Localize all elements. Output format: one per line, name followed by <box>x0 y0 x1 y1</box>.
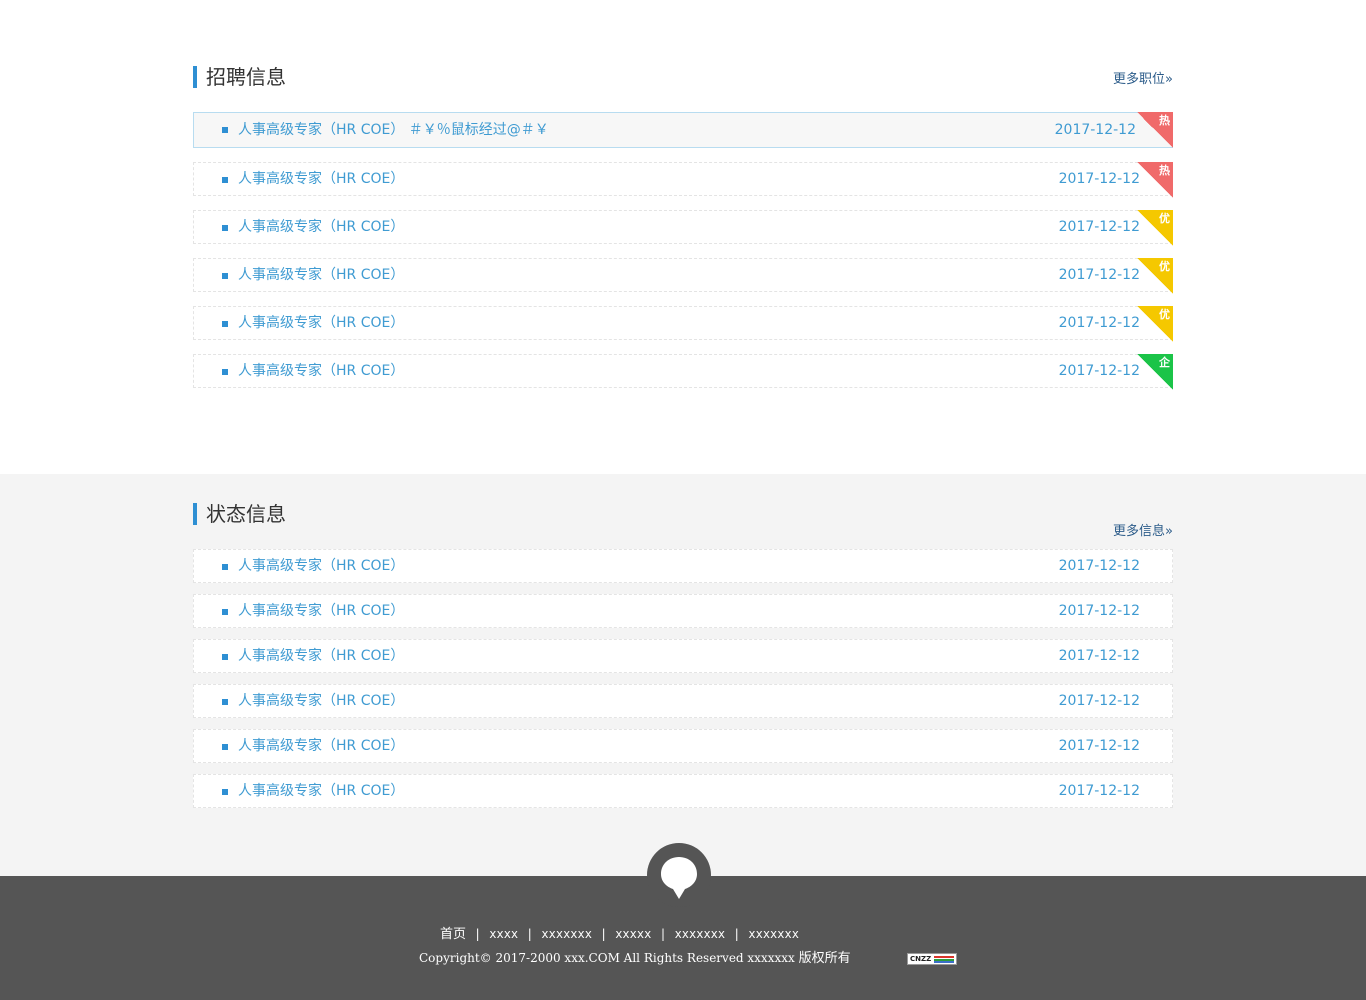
bullet-icon <box>222 127 228 133</box>
job-tag-badge: 优 <box>1137 306 1173 342</box>
status-row[interactable]: 人事高级专家（HR COE） 2017-12-12 <box>193 549 1173 583</box>
job-row[interactable]: 人事高级专家（HR COE） ＃￥％鼠标经过@＃￥ 2017-12-12 热 <box>193 112 1173 148</box>
job-row[interactable]: 人事高级专家（HR COE） 2017-12-12 优 <box>193 210 1173 246</box>
status-row[interactable]: 人事高级专家（HR COE） 2017-12-12 <box>193 729 1173 763</box>
status-section: 状态信息 更多信息» 人事高级专家（HR COE） 2017-12-12 人事高级专… <box>0 474 1366 876</box>
map-pin-icon <box>661 857 697 899</box>
job-date: 2017-12-12 <box>1054 122 1136 138</box>
bullet-icon <box>222 699 228 705</box>
footer-nav: 首页 | xxxx | xxxxxxx | xxxxx | xxxxxxx | xxxxxxx <box>440 924 799 945</box>
job-title-link[interactable]: 人事高级专家（HR COE） <box>238 307 404 339</box>
status-title-link[interactable]: 人事高级专家（HR COE） <box>238 550 404 582</box>
job-tag-badge: 热 <box>1137 162 1173 198</box>
bullet-icon <box>222 564 228 570</box>
job-tag-badge: 优 <box>1137 210 1173 246</box>
bullet-icon <box>222 177 228 183</box>
job-tag-label: 热 <box>1159 114 1170 127</box>
job-date: 2017-12-12 <box>1058 219 1140 235</box>
job-tag-label: 企 <box>1159 356 1170 369</box>
nav-separator: | <box>599 927 608 941</box>
footer-nav-link[interactable]: 首页 <box>440 927 466 942</box>
footer-nav-link[interactable]: xxxxxxx <box>675 927 726 941</box>
job-list: 人事高级专家（HR COE） ＃￥％鼠标经过@＃￥ 2017-12-12 热人事高级… <box>193 112 1173 390</box>
copyright: Copyright© 2017-2000 xxx.COM All Rights … <box>419 948 851 969</box>
bullet-icon <box>222 225 228 231</box>
bullet-icon <box>222 654 228 660</box>
bullet-icon <box>222 609 228 615</box>
job-title-link[interactable]: 人事高级专家（HR COE） ＃￥％鼠标经过@＃￥ <box>238 113 549 147</box>
jobs-header: 招聘信息 更多职位» <box>193 66 1173 96</box>
jobs-section: 招聘信息 更多职位» 人事高级专家（HR COE） ＃￥％鼠标经过@＃￥ 2017… <box>0 0 1366 474</box>
status-row[interactable]: 人事高级专家（HR COE） 2017-12-12 <box>193 684 1173 718</box>
job-date: 2017-12-12 <box>1058 363 1140 379</box>
copyright-suffix: 版权所有 <box>798 951 851 966</box>
cnzz-stats-badge[interactable]: CNZZ <box>907 953 957 965</box>
nav-separator: | <box>659 927 667 941</box>
footer-nav-link[interactable]: xxxx <box>489 927 518 941</box>
status-date: 2017-12-12 <box>1058 738 1140 754</box>
cnzz-bars-icon <box>934 956 954 963</box>
status-date: 2017-12-12 <box>1058 648 1140 664</box>
footer-nav-link[interactable]: xxxxx <box>615 927 651 941</box>
job-tag-label: 优 <box>1159 212 1170 225</box>
footer-badge <box>647 843 711 907</box>
status-header: 状态信息 更多信息» <box>193 503 1173 539</box>
status-row[interactable]: 人事高级专家（HR COE） 2017-12-12 <box>193 639 1173 673</box>
footer-nav-link[interactable]: xxxxxxx <box>541 927 592 941</box>
job-title-link[interactable]: 人事高级专家（HR COE） <box>238 163 404 195</box>
nav-separator: | <box>733 927 741 941</box>
status-section-title: 状态信息 <box>193 503 286 525</box>
status-date: 2017-12-12 <box>1058 783 1140 799</box>
status-title-link[interactable]: 人事高级专家（HR COE） <box>238 685 404 717</box>
job-title-link[interactable]: 人事高级专家（HR COE） <box>238 211 404 243</box>
bullet-icon <box>222 369 228 375</box>
jobs-section-title: 招聘信息 <box>193 66 286 88</box>
job-date: 2017-12-12 <box>1058 315 1140 331</box>
job-title-link[interactable]: 人事高级专家（HR COE） <box>238 355 404 387</box>
job-row[interactable]: 人事高级专家（HR COE） 2017-12-12 热 <box>193 162 1173 198</box>
status-title-link[interactable]: 人事高级专家（HR COE） <box>238 775 404 807</box>
job-row[interactable]: 人事高级专家（HR COE） 2017-12-12 优 <box>193 258 1173 294</box>
job-tag-label: 优 <box>1159 260 1170 273</box>
bullet-icon <box>222 321 228 327</box>
job-tag-badge: 优 <box>1137 258 1173 294</box>
job-tag-label: 优 <box>1159 308 1170 321</box>
job-date: 2017-12-12 <box>1058 267 1140 283</box>
status-row[interactable]: 人事高级专家（HR COE） 2017-12-12 <box>193 774 1173 808</box>
cnzz-label: CNZZ <box>910 955 932 963</box>
status-date: 2017-12-12 <box>1058 693 1140 709</box>
job-row[interactable]: 人事高级专家（HR COE） 2017-12-12 优 <box>193 306 1173 342</box>
job-tag-badge: 企 <box>1137 354 1173 390</box>
nav-separator: | <box>526 927 534 941</box>
copyright-text: Copyright© 2017-2000 xxx.COM All Rights … <box>419 951 795 965</box>
status-list: 人事高级专家（HR COE） 2017-12-12 人事高级专家（HR COE） 20… <box>193 549 1173 808</box>
more-status-link[interactable]: 更多信息» <box>1113 520 1173 539</box>
job-title-link[interactable]: 人事高级专家（HR COE） <box>238 259 404 291</box>
nav-separator: | <box>474 927 482 941</box>
job-tag-label: 热 <box>1159 164 1170 177</box>
job-date: 2017-12-12 <box>1058 171 1140 187</box>
status-title-link[interactable]: 人事高级专家（HR COE） <box>238 595 404 627</box>
job-row[interactable]: 人事高级专家（HR COE） 2017-12-12 企 <box>193 354 1173 390</box>
more-jobs-link[interactable]: 更多职位» <box>1113 68 1173 87</box>
bullet-icon <box>222 273 228 279</box>
status-date: 2017-12-12 <box>1058 603 1140 619</box>
status-title-link[interactable]: 人事高级专家（HR COE） <box>238 640 404 672</box>
status-title-link[interactable]: 人事高级专家（HR COE） <box>238 730 404 762</box>
job-tag-badge: 热 <box>1137 112 1173 148</box>
bullet-icon <box>222 744 228 750</box>
bullet-icon <box>222 789 228 795</box>
footer-nav-link[interactable]: xxxxxxx <box>748 927 799 941</box>
status-row[interactable]: 人事高级专家（HR COE） 2017-12-12 <box>193 594 1173 628</box>
status-date: 2017-12-12 <box>1058 558 1140 574</box>
